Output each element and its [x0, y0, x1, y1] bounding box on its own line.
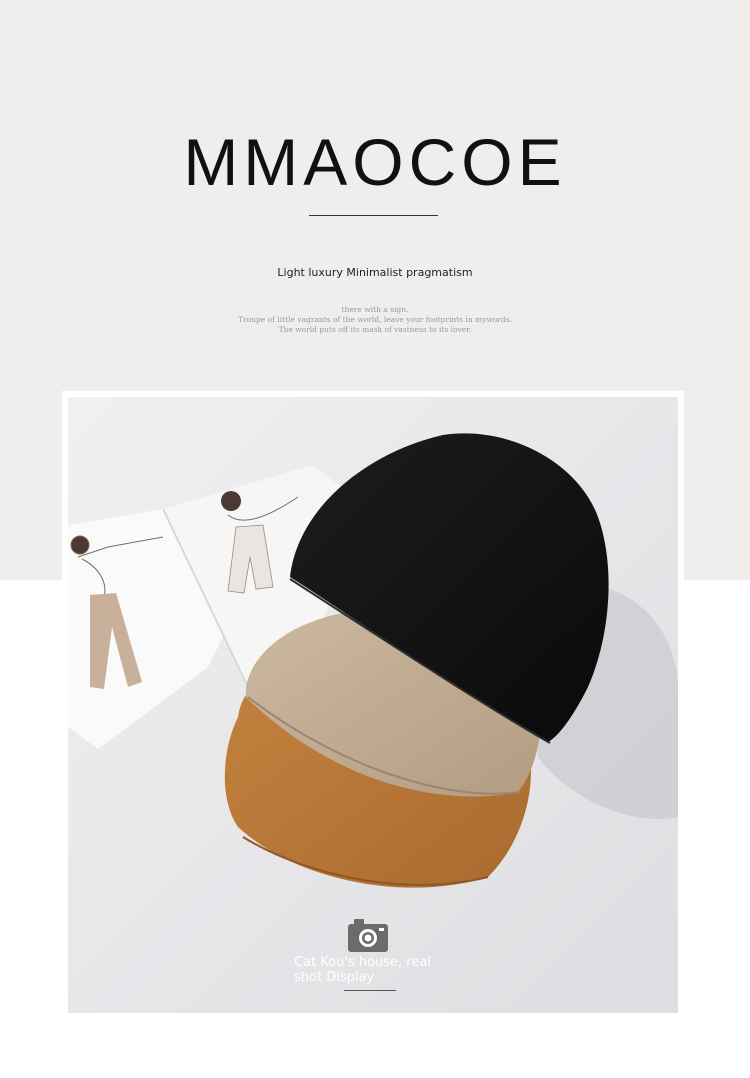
photo-caption: Cat Kou's house, real shot Display [294, 955, 431, 985]
poem-text: there with a sign. Troupe of little vagr… [0, 305, 750, 335]
caption-underline [344, 990, 396, 991]
title-divider [309, 215, 438, 216]
poem-line: The world puts off its mask of vastness … [278, 325, 472, 334]
brand-title: MMAOCOE [183, 125, 567, 199]
poem-line: there with a sign. [341, 305, 409, 314]
tagline: Light luxury Minimalist pragmatism [277, 266, 473, 279]
camera-icon [348, 918, 388, 952]
poem-line: Troupe of little vagrants of the world, … [238, 315, 512, 324]
